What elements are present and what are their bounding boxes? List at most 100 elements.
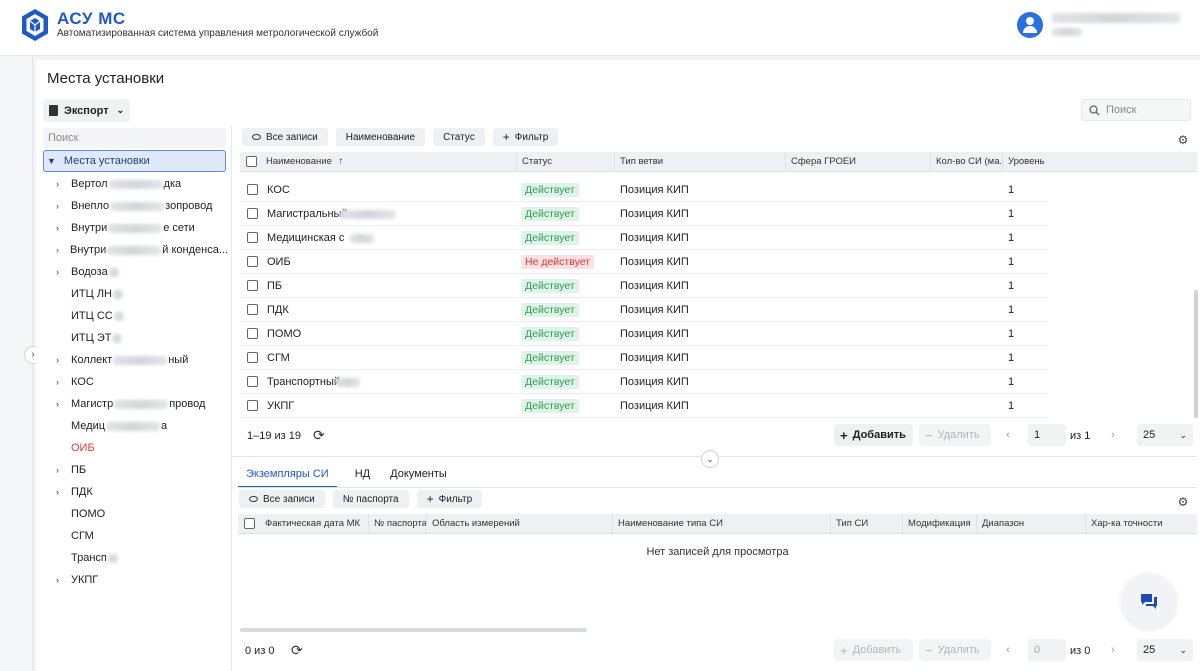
page-size-select[interactable]: 25 ⌄	[1137, 639, 1193, 661]
gear-icon[interactable]: ⚙	[1176, 495, 1190, 509]
chevron-right-icon[interactable]: ›	[56, 377, 71, 387]
row-checkbox[interactable]	[247, 376, 258, 387]
filter-chip-status[interactable]: Статус	[433, 128, 485, 146]
vertical-scrollbar[interactable]	[1194, 290, 1198, 418]
chevron-right-icon[interactable]: ›	[56, 245, 70, 255]
page-size-select[interactable]: 25 ⌄	[1137, 424, 1193, 446]
select-all-checkbox[interactable]	[246, 156, 257, 167]
tree-item[interactable]: ИТЦ ЛН	[56, 283, 228, 305]
tree-item[interactable]: ИТЦ СС	[56, 305, 228, 327]
row-checkbox[interactable]	[247, 208, 258, 219]
table-row[interactable]: Транспортный Действует Позиция КИП 1	[240, 370, 1048, 394]
all-records-chip[interactable]: Все записи	[242, 128, 328, 146]
tree-root-item[interactable]: ▼ Места установки	[43, 150, 226, 172]
table-row[interactable]: Магистральный Действует Позиция КИП 1	[240, 202, 1048, 226]
chevron-right-icon[interactable]: ›	[1103, 639, 1123, 661]
tree-item[interactable]: › Магистр провод	[56, 393, 228, 415]
chevron-down-icon[interactable]: ▼	[47, 156, 56, 166]
table-row[interactable]: ПБ Действует Позиция КИП 1	[240, 274, 1048, 298]
tree-item[interactable]: › Внутри й конденса...	[56, 239, 228, 261]
column-header-type-name[interactable]: Наименование типа СИ	[612, 514, 830, 534]
page-input[interactable]: 0	[1028, 639, 1066, 661]
table-row[interactable]: ОИБ Не действует Позиция КИП 1	[240, 250, 1048, 274]
table-row[interactable]: Медицинская с Действует Позиция КИП 1	[240, 226, 1048, 250]
column-header-level[interactable]: Уровень	[1002, 152, 1197, 172]
row-checkbox[interactable]	[247, 232, 258, 243]
add-filter-button[interactable]: + Фильтр	[416, 490, 483, 508]
tree-item[interactable]: ПОМО	[56, 503, 228, 525]
row-checkbox[interactable]	[247, 328, 258, 339]
add-filter-button[interactable]: + Фильтр	[492, 128, 559, 146]
add-button[interactable]: + Добавить	[834, 639, 913, 661]
row-checkbox[interactable]	[247, 400, 258, 411]
tree-item[interactable]: › ПБ	[56, 459, 228, 481]
chevron-right-icon[interactable]: ›	[56, 355, 71, 365]
filter-chip-name[interactable]: Наименование	[335, 128, 426, 146]
chevron-left-icon[interactable]: ‹	[998, 424, 1018, 446]
chevron-right-icon[interactable]: ›	[56, 223, 71, 233]
chevron-right-icon[interactable]: ›	[56, 575, 71, 585]
add-button[interactable]: + Добавить	[834, 424, 913, 446]
chevron-left-icon[interactable]: ‹	[998, 639, 1018, 661]
column-header-branch-type[interactable]: Тип ветви	[614, 152, 785, 172]
refresh-icon[interactable]: ⟳	[313, 427, 325, 444]
chevron-right-icon[interactable]: ›	[56, 179, 71, 189]
chevron-right-icon[interactable]: ›	[56, 399, 71, 409]
refresh-icon[interactable]: ⟳	[291, 642, 303, 659]
tree-item[interactable]: СГМ	[56, 525, 228, 547]
all-records-chip[interactable]: Все записи	[239, 490, 325, 508]
gear-icon[interactable]: ⚙	[1176, 133, 1190, 147]
table-row[interactable]: КОС Действует Позиция КИП 1	[240, 178, 1048, 202]
chevron-right-icon[interactable]: ›	[56, 487, 71, 497]
chevron-right-icon[interactable]: ›	[1103, 424, 1123, 446]
row-checkbox[interactable]	[247, 352, 258, 363]
table-row[interactable]: ПДК Действует Позиция КИП 1	[240, 298, 1048, 322]
table-row[interactable]: СГМ Действует Позиция КИП 1	[240, 346, 1048, 370]
table-row[interactable]: ПОМО Действует Позиция КИП 1	[240, 322, 1048, 346]
tree-item[interactable]: › Коллект ный	[56, 349, 228, 371]
column-header-si-type[interactable]: Тип СИ	[830, 514, 902, 534]
table-row[interactable]: УКПГ Действует Позиция КИП 1	[240, 394, 1048, 418]
user-name-redacted[interactable]	[1052, 13, 1180, 23]
export-button[interactable]: Экспорт ⌄	[43, 99, 130, 122]
tab-instances[interactable]: Экземпляры СИ	[238, 466, 337, 488]
delete-button[interactable]: − Удалить	[919, 424, 991, 446]
user-avatar-icon[interactable]	[1017, 12, 1043, 38]
chat-button[interactable]	[1122, 574, 1176, 628]
chevron-right-icon[interactable]: ›	[56, 201, 71, 211]
column-header-measure-area[interactable]: Область измерений	[426, 514, 612, 534]
column-header-si-count[interactable]: Кол-во СИ (ма...	[930, 152, 1002, 172]
collapse-panel-button[interactable]: ⌄	[701, 450, 719, 468]
column-header-accuracy[interactable]: Хар-ка точности	[1085, 514, 1197, 534]
tree-item[interactable]: ОИБ	[56, 437, 228, 459]
tree-item[interactable]: › КОС	[56, 371, 228, 393]
search-input[interactable]: Поиск	[1081, 99, 1191, 121]
horizontal-scrollbar[interactable]	[240, 628, 587, 632]
tree-item[interactable]: › ПДК	[56, 481, 228, 503]
tree-item[interactable]: Трансп	[56, 547, 228, 569]
column-header-passport[interactable]: № паспорта	[368, 514, 426, 534]
select-all-checkbox[interactable]	[244, 518, 255, 529]
column-header-modification[interactable]: Модификация	[902, 514, 976, 534]
column-header-status[interactable]: Статус	[516, 152, 614, 172]
tree-item[interactable]: › Вертол дка	[56, 173, 228, 195]
tree-item[interactable]: › Водоза	[56, 261, 228, 283]
row-checkbox[interactable]	[247, 256, 258, 267]
tree-search-input[interactable]: Поиск	[43, 128, 226, 148]
column-header-range[interactable]: Диапазон	[976, 514, 1085, 534]
column-header-mk-date[interactable]: Фактическая дата МК	[260, 514, 368, 534]
filter-chip-passport[interactable]: № паспорта	[332, 490, 409, 508]
tab-nd[interactable]: НД	[353, 466, 372, 488]
column-header-sphere[interactable]: Сфера ГРОЕИ	[785, 152, 930, 172]
chevron-right-icon[interactable]: ›	[56, 267, 71, 277]
row-checkbox[interactable]	[247, 280, 258, 291]
delete-button[interactable]: − Удалить	[919, 639, 991, 661]
page-input[interactable]: 1	[1028, 424, 1066, 446]
row-checkbox[interactable]	[247, 184, 258, 195]
row-checkbox[interactable]	[247, 304, 258, 315]
tree-item[interactable]: ИТЦ ЭТ	[56, 327, 228, 349]
tree-item[interactable]: › УКПГ	[56, 569, 228, 591]
column-header-name[interactable]: Наименование ↑	[261, 152, 516, 172]
tree-item[interactable]: Медиц а	[56, 415, 228, 437]
tree-item[interactable]: › Внепло зопровод	[56, 195, 228, 217]
